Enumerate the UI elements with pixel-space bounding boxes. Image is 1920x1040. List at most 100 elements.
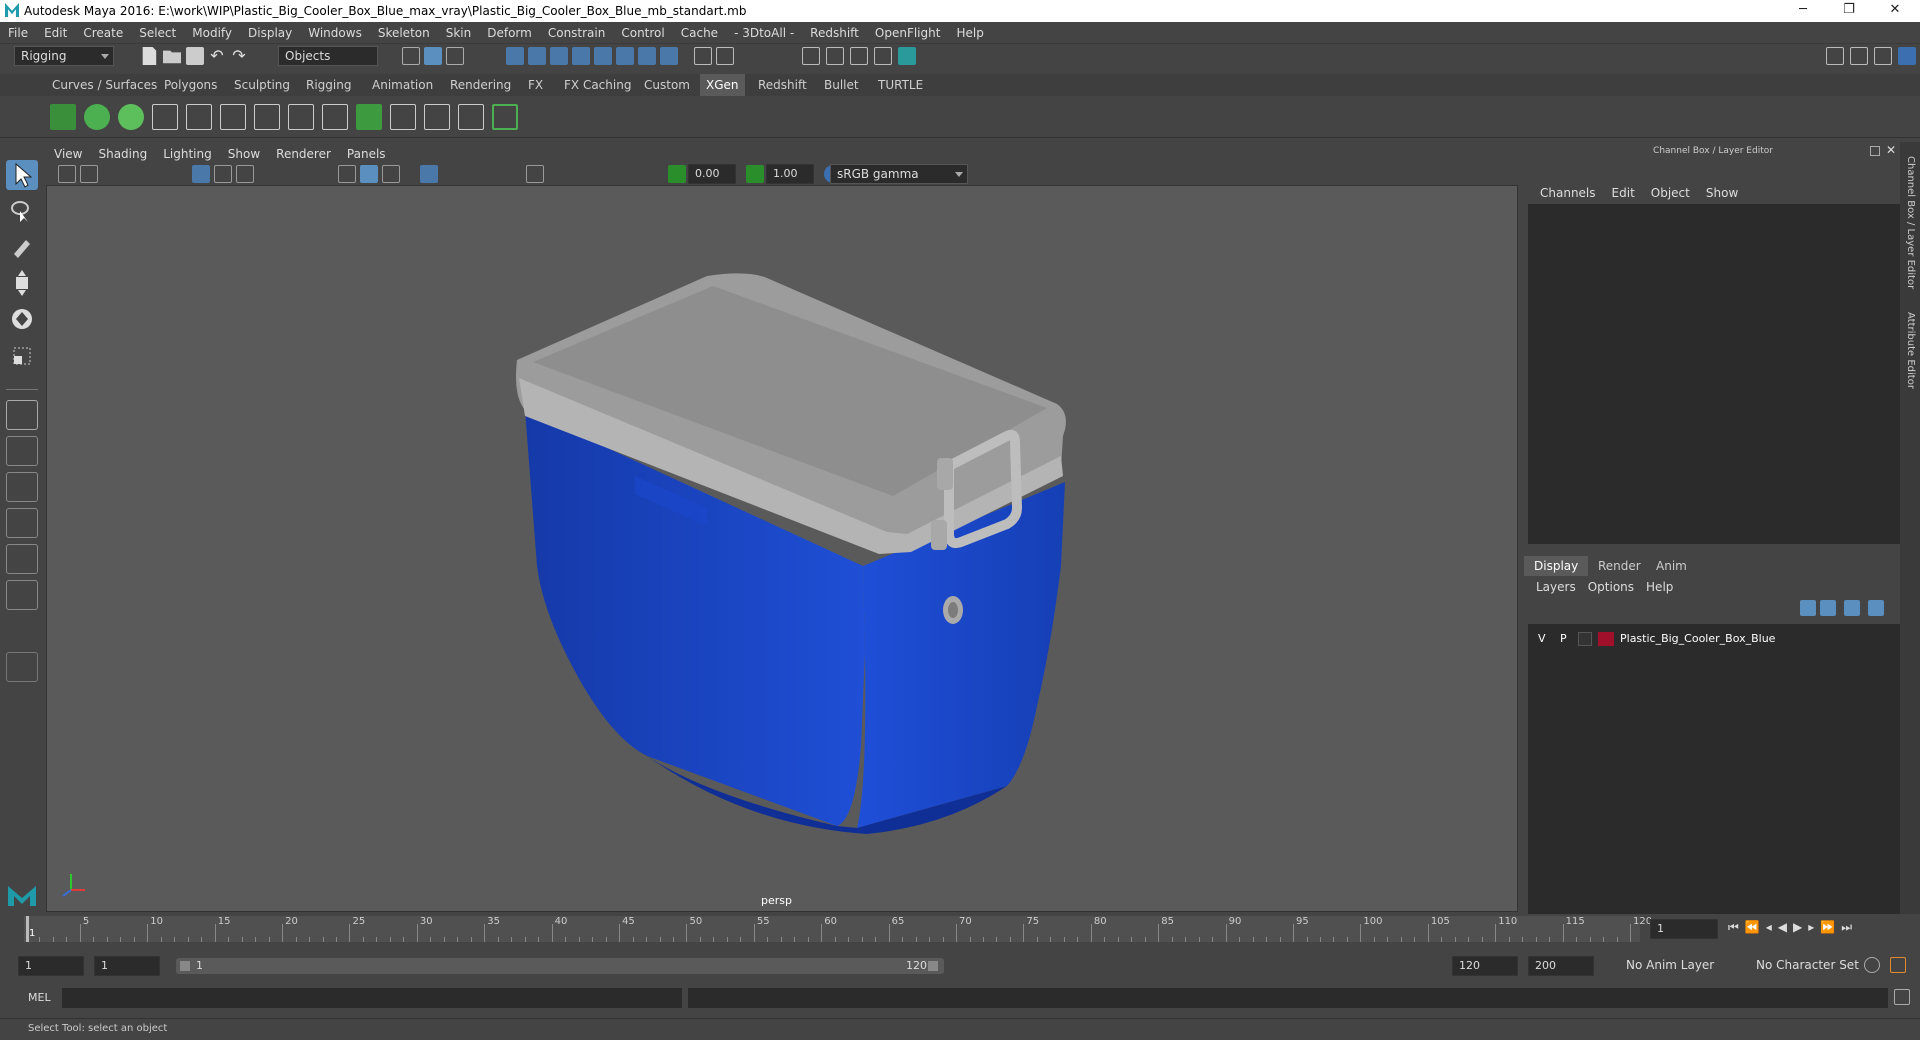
- film-gate-icon[interactable]: [214, 165, 232, 183]
- step-forward-frame-icon[interactable]: ⏩: [1820, 920, 1841, 934]
- character-set-dropdown[interactable]: No Character Set: [1750, 956, 1870, 976]
- snap-curve-icon[interactable]: [528, 47, 546, 65]
- layer-menu-layers[interactable]: Layers: [1530, 578, 1582, 596]
- render-settings-icon[interactable]: [874, 47, 892, 65]
- shelf-tab-bullet[interactable]: Bullet: [818, 74, 865, 96]
- snap-point-icon[interactable]: [550, 47, 568, 65]
- channel-box-menu-edit[interactable]: Edit: [1604, 184, 1643, 202]
- play-forwards-icon[interactable]: ▶: [1793, 920, 1808, 934]
- shelf-tab-curves-surfaces[interactable]: Curves / Surfaces: [46, 74, 163, 96]
- new-layer-from-selection-icon[interactable]: [1868, 600, 1884, 616]
- menu-edit[interactable]: Edit: [36, 22, 75, 44]
- go-to-end-icon[interactable]: ⏭: [1841, 920, 1858, 934]
- step-back-frame-icon[interactable]: ⏪: [1745, 920, 1766, 934]
- textured-icon[interactable]: [420, 165, 438, 183]
- outliner-persp-layout-icon[interactable]: [6, 580, 38, 610]
- range-start-handle[interactable]: [180, 961, 190, 971]
- open-scene-icon[interactable]: [163, 50, 181, 64]
- viewport-menu-panels[interactable]: Panels: [339, 145, 394, 163]
- xgen-editor-icon[interactable]: [50, 104, 76, 130]
- command-language-label[interactable]: MEL: [28, 991, 51, 1004]
- rotate-tool-icon[interactable]: [6, 304, 38, 334]
- layer-color-swatch[interactable]: [1598, 632, 1614, 646]
- selection-mode-dropdown[interactable]: Objects: [278, 46, 378, 66]
- menu-modify[interactable]: Modify: [184, 22, 240, 44]
- color-space-dropdown[interactable]: sRGB gamma: [830, 164, 968, 184]
- snap-grid-icon[interactable]: [506, 47, 524, 65]
- persp-graph-layout-icon[interactable]: [6, 508, 38, 538]
- isolate-select-icon[interactable]: [526, 165, 544, 183]
- xgen-clump-icon[interactable]: [458, 104, 484, 130]
- menu-help[interactable]: Help: [948, 22, 991, 44]
- select-hierarchy-icon[interactable]: [402, 47, 420, 65]
- exposure-field[interactable]: 0.00: [688, 164, 736, 184]
- shelf-tab-fx[interactable]: FX: [522, 74, 549, 96]
- snap-help-icon[interactable]: [660, 47, 678, 65]
- step-forward-key-icon[interactable]: ▸: [1808, 920, 1820, 934]
- menu-3dtoall[interactable]: - 3DtoAll -: [726, 22, 802, 44]
- modeling-toolkit-icon[interactable]: [1826, 47, 1844, 65]
- attribute-editor-toggle-icon[interactable]: [1850, 47, 1868, 65]
- render-view-icon[interactable]: [802, 47, 820, 65]
- menu-cache[interactable]: Cache: [673, 22, 726, 44]
- move-layer-down-icon[interactable]: [1820, 600, 1836, 616]
- channel-box-menu-show[interactable]: Show: [1698, 184, 1746, 202]
- viewport-menu-shading[interactable]: Shading: [90, 145, 155, 163]
- xgen-create-description-icon[interactable]: [118, 104, 144, 130]
- ipr-render-icon[interactable]: [850, 47, 868, 65]
- persp-hypershade-layout-icon[interactable]: [6, 544, 38, 574]
- current-time-marker[interactable]: [26, 916, 29, 942]
- xgen-sculpt-guide-icon[interactable]: [186, 104, 212, 130]
- command-input[interactable]: [62, 988, 682, 1008]
- layer-row[interactable]: V P Plastic_Big_Cooler_Box_Blue: [1532, 630, 1896, 648]
- layer-menu-help[interactable]: Help: [1640, 578, 1679, 596]
- viewport-menu-renderer[interactable]: Renderer: [268, 145, 339, 163]
- layer-tab-render[interactable]: Render: [1588, 556, 1651, 576]
- viewport-menu-lighting[interactable]: Lighting: [155, 145, 220, 163]
- layer-name[interactable]: Plastic_Big_Cooler_Box_Blue: [1620, 630, 1775, 648]
- xgen-preview-icon[interactable]: [84, 104, 110, 130]
- snap-vertex-icon[interactable]: [638, 47, 656, 65]
- menu-skeleton[interactable]: Skeleton: [370, 22, 438, 44]
- shelf-tab-polygons[interactable]: Polygons: [158, 74, 223, 96]
- redo-icon[interactable]: ↷: [230, 47, 248, 65]
- time-ruler[interactable]: 1 5 10 15 20 25 30 35 40 45 50 55 60 65 70 75 80 85 90 95 10…: [24, 916, 1652, 942]
- menu-deform[interactable]: Deform: [479, 22, 540, 44]
- menu-select[interactable]: Select: [131, 22, 184, 44]
- lasso-tool-icon[interactable]: [6, 196, 38, 226]
- layer-menu-options[interactable]: Options: [1582, 578, 1640, 596]
- tool-settings-toggle-icon[interactable]: [1874, 47, 1892, 65]
- move-tool-icon[interactable]: [6, 268, 38, 298]
- current-frame-field[interactable]: 1: [1650, 919, 1718, 939]
- shelf-tab-animation[interactable]: Animation: [366, 74, 439, 96]
- render-current-icon[interactable]: [826, 47, 844, 65]
- snap-projected-icon[interactable]: [616, 47, 634, 65]
- range-bar[interactable]: 1 120: [176, 958, 944, 974]
- go-to-start-icon[interactable]: ⏮: [1728, 920, 1745, 934]
- animation-preferences-icon[interactable]: [1890, 957, 1906, 973]
- menu-control[interactable]: Control: [613, 22, 672, 44]
- maximize-button[interactable]: ❐: [1834, 2, 1864, 20]
- single-perspective-layout-icon[interactable]: [6, 400, 38, 430]
- snap-live-icon[interactable]: [594, 47, 612, 65]
- shelf-tab-rigging[interactable]: Rigging: [300, 74, 357, 96]
- menu-display[interactable]: Display: [240, 22, 300, 44]
- script-editor-icon[interactable]: [1894, 989, 1910, 1005]
- gamma-field[interactable]: 1.00: [766, 164, 814, 184]
- xgen-add-guide-icon[interactable]: [152, 104, 178, 130]
- wireframe-on-shaded-icon[interactable]: [382, 165, 400, 183]
- custom-layout-icon[interactable]: [6, 652, 38, 682]
- camera-attributes-icon[interactable]: [58, 165, 76, 183]
- construction-history-icon[interactable]: [716, 47, 734, 65]
- snap-view-plane-icon[interactable]: [572, 47, 590, 65]
- side-tab-attribute-editor[interactable]: Attribute Editor: [1905, 312, 1916, 389]
- persp-outliner-layout-icon[interactable]: [6, 472, 38, 502]
- time-slider[interactable]: 1 5 10 15 20 25 30 35 40 45 50 55 60 65 70 75 80 85 90 95 10…: [0, 914, 1920, 944]
- xgen-guide-rebuild-icon[interactable]: [322, 104, 348, 130]
- menu-create[interactable]: Create: [75, 22, 131, 44]
- xgen-lock-guide-icon[interactable]: [288, 104, 314, 130]
- lock-icon[interactable]: [694, 47, 712, 65]
- step-back-key-icon[interactable]: ◂: [1766, 920, 1778, 934]
- channel-box-toggle-icon[interactable]: [1898, 47, 1916, 65]
- scale-tool-icon[interactable]: [6, 340, 38, 370]
